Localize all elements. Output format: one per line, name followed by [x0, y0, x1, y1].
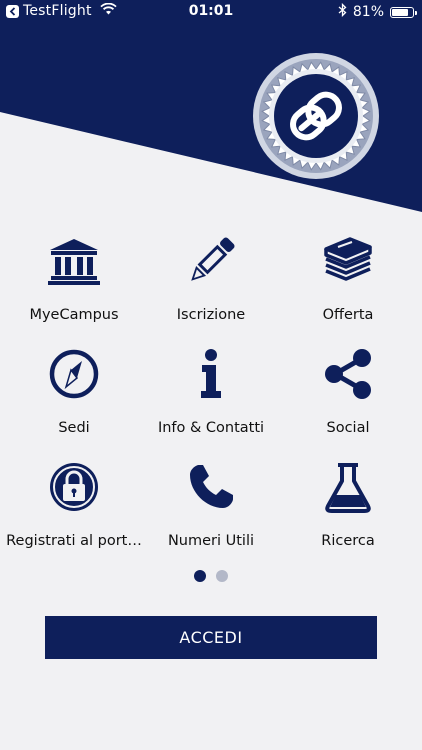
menu-item-sedi[interactable]: Sedi — [4, 338, 144, 448]
pencil-icon — [181, 231, 241, 291]
menu-item-label: Sedi — [58, 420, 90, 436]
bluetooth-icon — [338, 2, 347, 21]
menu-item-label: Ricerca — [321, 533, 375, 549]
university-logo — [253, 53, 379, 179]
battery-icon — [390, 6, 417, 18]
menu-item-label: Registrati al port… — [6, 533, 142, 549]
books-icon — [318, 231, 378, 291]
menu-item-label: Info & Contatti — [157, 420, 265, 436]
page-dot-1[interactable] — [194, 570, 206, 582]
battery-percent: 81% — [352, 4, 384, 20]
page-indicator — [0, 570, 422, 582]
menu-item-offerta[interactable]: Offerta — [278, 225, 418, 335]
menu-item-registrati[interactable]: Registrati al port… — [4, 451, 144, 561]
share-icon — [318, 344, 378, 404]
menu-item-label: Social — [326, 420, 370, 436]
menu-item-iscrizione[interactable]: Iscrizione — [141, 225, 281, 335]
phone-icon — [181, 457, 241, 517]
login-button[interactable]: ACCEDI — [45, 616, 377, 659]
menu-item-label: MyeCampus — [29, 307, 119, 323]
menu-item-numeri-utili[interactable]: Numeri Utili — [141, 451, 281, 561]
compass-icon — [44, 344, 104, 404]
menu-item-label: Offerta — [322, 307, 374, 323]
menu-item-label: Iscrizione — [176, 307, 246, 323]
lock-icon — [44, 457, 104, 517]
menu-item-label: Numeri Utili — [167, 533, 255, 549]
menu-item-ricerca[interactable]: Ricerca — [278, 451, 418, 561]
flask-icon — [318, 457, 378, 517]
info-icon — [181, 344, 241, 404]
menu-item-info-contatti[interactable]: Info & Contatti — [141, 338, 281, 448]
menu-item-myecampus[interactable]: MyeCampus — [4, 225, 144, 335]
status-bar: TestFlight 01:01 81% — [0, 0, 422, 24]
bank-icon — [44, 231, 104, 291]
menu-item-social[interactable]: Social — [278, 338, 418, 448]
page-dot-2[interactable] — [216, 570, 228, 582]
